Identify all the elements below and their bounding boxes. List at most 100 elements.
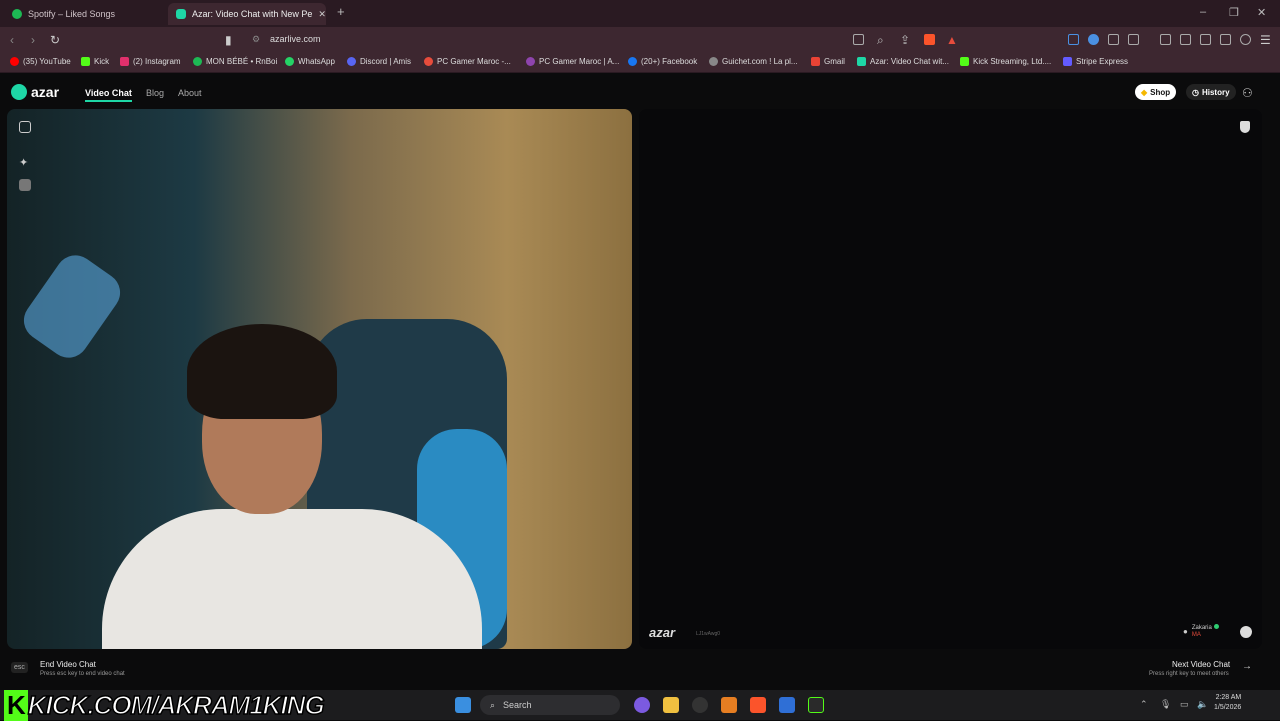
extension-icon[interactable]	[1088, 34, 1099, 45]
clock-time: 2:28 AM	[1215, 694, 1242, 701]
brave-shield-icon[interactable]	[924, 34, 935, 45]
bookmark-pcgamer-2[interactable]: PC Gamer Maroc | A...	[526, 57, 619, 66]
site-info-icon[interactable]: ⚙	[252, 34, 260, 45]
partner-info[interactable]: ● Zakaria MA	[1183, 624, 1219, 639]
tab-azar[interactable]: Azar: Video Chat with New Pe ✕	[168, 3, 326, 25]
tab-label: Azar: Video Chat with New Pe	[192, 9, 313, 19]
bookmark-whatsapp[interactable]: WhatsApp	[285, 57, 335, 66]
forward-icon[interactable]: ›	[31, 33, 35, 47]
media-icon[interactable]	[1160, 34, 1171, 45]
tray-chevron-icon[interactable]: ⌃	[1140, 699, 1148, 710]
bookmark-guichet[interactable]: Guichet.com ! La pl...	[709, 57, 798, 66]
reload-icon[interactable]: ↻	[50, 33, 60, 47]
report-shield-icon[interactable]	[1240, 121, 1250, 133]
minimize-icon[interactable]: –	[1200, 6, 1206, 18]
pcgamer-icon	[526, 57, 535, 66]
bookmark-label: Kick Streaming, Ltd....	[973, 57, 1052, 66]
obs-icon[interactable]	[692, 697, 708, 713]
extension-icon[interactable]	[1108, 34, 1119, 45]
azar-icon	[857, 57, 866, 66]
back-icon[interactable]: ‹	[10, 33, 14, 47]
bookmark-icon[interactable]: ▮	[225, 33, 232, 47]
bookmark-facebook[interactable]: (20+) Facebook	[628, 57, 697, 66]
new-tab-icon[interactable]: +	[337, 4, 345, 19]
bookmark-label: Guichet.com ! La pl...	[722, 57, 798, 66]
windows-start-icon[interactable]	[455, 697, 471, 713]
url-field[interactable]: azarlive.com	[270, 34, 321, 44]
effects-icon[interactable]: ✦	[19, 156, 31, 169]
azar-logo[interactable]: azar	[11, 84, 59, 100]
taskbar-clock[interactable]: 2:28 AM 1/5/2026	[1214, 693, 1241, 713]
shop-button[interactable]: ◆ Shop	[1135, 84, 1177, 100]
bookmark-stripe[interactable]: Stripe Express	[1063, 57, 1128, 66]
camera-settings-icon[interactable]	[19, 121, 31, 133]
next-video-chat-button[interactable]: Next Video Chat	[1172, 660, 1230, 669]
next-hint: Press right key to meet others	[1149, 671, 1229, 677]
avatar-icon: ●	[1183, 627, 1188, 636]
person-hair	[187, 324, 337, 419]
file-explorer-icon[interactable]	[663, 697, 679, 713]
kick-channel-url: KICK.COM/AKRAM1KING	[27, 689, 325, 721]
nav-video-chat[interactable]: Video Chat	[85, 88, 132, 102]
bookmark-pcgamer[interactable]: PC Gamer Maroc -...	[424, 57, 511, 66]
nav-about[interactable]: About	[178, 88, 202, 98]
close-window-icon[interactable]: ✕	[1257, 6, 1266, 19]
azar-watermark: azar	[649, 625, 676, 640]
profile-icon[interactable]: ⚇	[1242, 86, 1253, 100]
partner-name: Zakaria	[1191, 625, 1212, 631]
vpn-icon[interactable]	[1240, 34, 1251, 45]
volume-icon[interactable]: 🔈	[1197, 699, 1208, 710]
chat-icon[interactable]	[1240, 626, 1252, 638]
esc-key-badge[interactable]: esc	[11, 662, 28, 673]
bookmark-youtube[interactable]: (35) YouTube	[10, 57, 71, 66]
close-tab-icon[interactable]: ✕	[318, 9, 326, 20]
bookmark-gmail[interactable]: Gmail	[811, 57, 845, 66]
history-button[interactable]: ◷ History	[1186, 84, 1236, 100]
spotify-icon	[12, 9, 22, 19]
leo-icon[interactable]	[1220, 34, 1231, 45]
bookmark-label: PC Gamer Maroc | A...	[539, 57, 620, 66]
azar-logo-icon	[11, 84, 27, 100]
bookmarks-bar: (35) YouTube Kick (2) Instagram MON BÉBÉ…	[0, 53, 1280, 73]
history-label: History	[1201, 87, 1230, 97]
kick-icon	[81, 57, 90, 66]
online-dot	[1213, 624, 1219, 629]
end-video-chat-button[interactable]: End Video Chat	[40, 660, 96, 669]
bookmark-azar[interactable]: Azar: Video Chat wit...	[857, 57, 949, 66]
bookmark-spotify[interactable]: MON BÉBÉ • RnBoi	[193, 57, 277, 66]
google-icon	[709, 57, 718, 66]
terminal-icon[interactable]	[808, 697, 824, 713]
arrow-right-icon[interactable]: →	[1242, 661, 1252, 672]
tab-spotify[interactable]: Spotify – Liked Songs	[4, 3, 166, 25]
app-icon[interactable]	[721, 697, 737, 713]
brave-icon[interactable]	[750, 697, 766, 713]
zoom-icon[interactable]: ⌕	[877, 33, 884, 48]
azar-icon	[176, 9, 186, 19]
filter-icon[interactable]	[19, 179, 31, 191]
store-icon[interactable]	[779, 697, 795, 713]
cast-icon[interactable]	[853, 34, 864, 45]
sidebar-icon[interactable]	[1180, 34, 1191, 45]
kick-logo-letter: K	[4, 690, 28, 721]
extension-icon[interactable]	[1068, 34, 1079, 45]
maximize-icon[interactable]: ❐	[1229, 6, 1239, 19]
share-icon[interactable]: ⇪	[900, 33, 910, 47]
wallet-icon[interactable]	[1200, 34, 1211, 45]
extension-icon[interactable]	[1128, 34, 1139, 45]
bookmark-instagram[interactable]: (2) Instagram	[120, 57, 181, 66]
bookmark-label: Azar: Video Chat wit...	[870, 57, 949, 66]
taskbar-search[interactable]: ⌕ Search	[480, 695, 620, 715]
youtube-icon	[10, 57, 19, 66]
rewards-icon[interactable]: ▲	[946, 33, 958, 47]
clock-date: 1/5/2026	[1214, 704, 1242, 711]
network-icon[interactable]: ▭	[1180, 699, 1189, 710]
bookmark-kick[interactable]: Kick	[81, 57, 109, 66]
nav-blog[interactable]: Blog	[146, 88, 164, 98]
bookmark-kick-streaming[interactable]: Kick Streaming, Ltd....	[960, 57, 1051, 66]
discord-taskbar-icon[interactable]	[634, 697, 650, 713]
bookmark-label: Discord | Amis	[360, 57, 411, 66]
mic-icon[interactable]: 🎙	[1160, 699, 1171, 710]
menu-icon[interactable]: ☰	[1260, 33, 1271, 47]
bookmark-discord[interactable]: Discord | Amis	[347, 57, 411, 66]
stripe-icon	[1063, 57, 1072, 66]
